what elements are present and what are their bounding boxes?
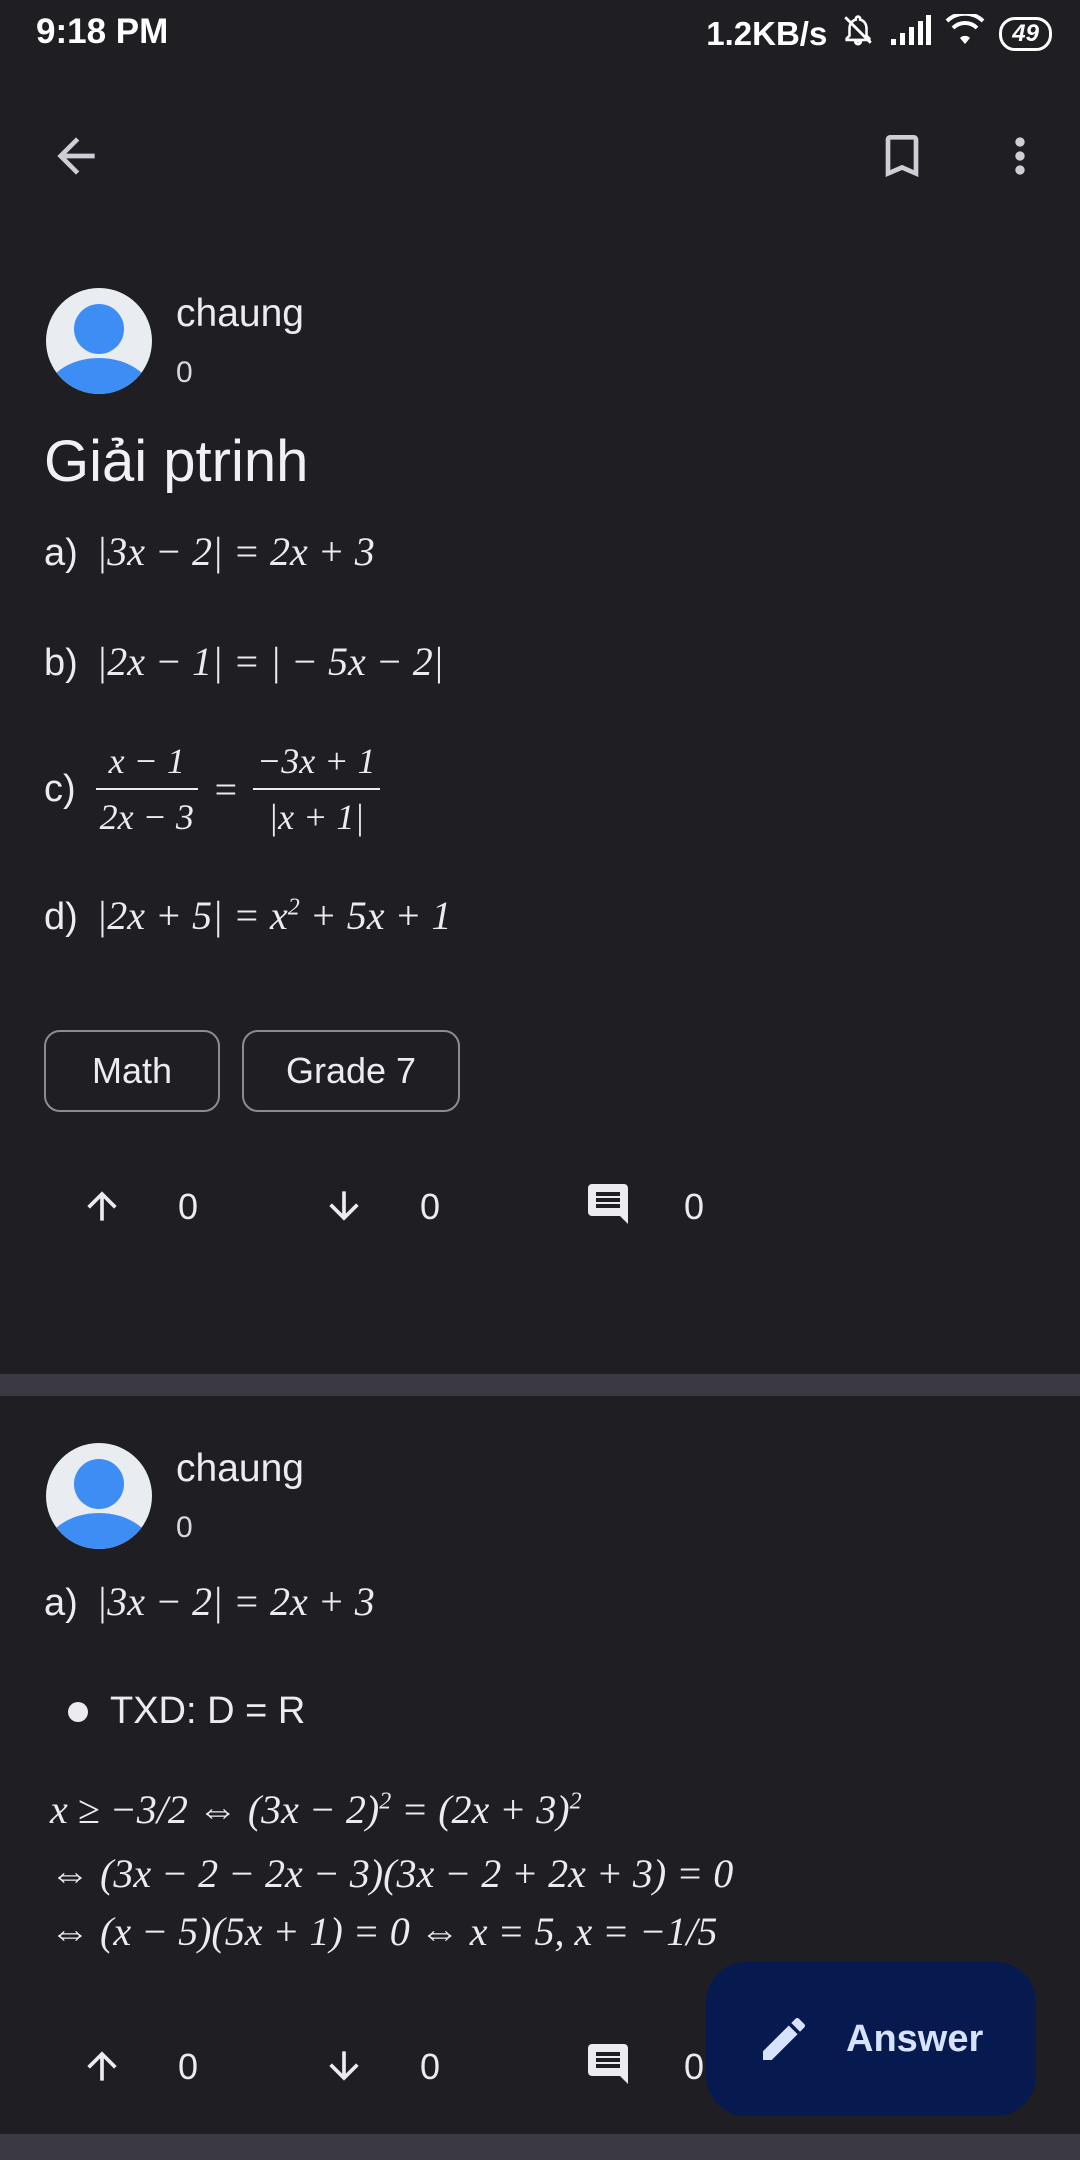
answer-part-a-label: a) <box>44 1582 78 1624</box>
avatar-body <box>46 358 152 394</box>
answer-author-name[interactable]: chaung <box>176 1447 304 1491</box>
avatar-head <box>74 1459 124 1509</box>
part-d-exp: 2 <box>287 894 300 921</box>
network-speed: 1.2KB/s <box>706 15 828 52</box>
part-d-expr-pre: |2x + 5| = x <box>96 893 288 938</box>
part-c-den-right: |x + 1| <box>268 797 365 837</box>
solution-line-1-mid: = (2x + 3) <box>391 1787 570 1832</box>
status-time: 9:18 PM <box>36 12 169 51</box>
avatar[interactable] <box>46 288 152 394</box>
downvote-count: 0 <box>420 1186 441 1227</box>
answer-button[interactable]: Answer <box>706 1962 1036 2116</box>
solution-line-1-pre: x ≥ −3/2 ⇔ (3x − 2) <box>50 1787 380 1832</box>
answer-part-a-expr: |3x − 2| = 2x + 3 <box>96 1579 375 1624</box>
part-a-expr: |3x − 2| = 2x + 3 <box>96 529 375 574</box>
author-score: 0 <box>176 356 193 389</box>
top-app-bar <box>0 110 1080 200</box>
downvote-icon[interactable] <box>322 1184 366 1228</box>
status-icons: 1.2KB/s 49 <box>706 11 1052 56</box>
comment-icon[interactable] <box>584 1180 632 1228</box>
part-c-fraction-left: x − 1 2x − 3 <box>95 740 198 838</box>
part-c-equals: = <box>211 766 239 812</box>
signal-icon <box>889 15 932 53</box>
part-d-expr: |2x + 5| = x2 + 5x + 1 <box>96 893 451 938</box>
comment-count: 0 <box>684 1186 705 1227</box>
pencil-icon <box>756 2011 812 2067</box>
bullet-text: TXD: D = R <box>110 1690 306 1732</box>
avatar-head <box>74 304 124 354</box>
answer-comment-count: 0 <box>684 2046 705 2087</box>
solution-line-1-exp2: 2 <box>569 1788 582 1815</box>
question-title: Giải ptrinh <box>44 429 309 494</box>
divider <box>0 1374 1080 1396</box>
part-b-label: b) <box>44 642 78 684</box>
part-b: b) |2x − 1| = | − 5x − 2| <box>44 638 444 685</box>
part-d-expr-post: + 5x + 1 <box>299 893 452 938</box>
back-arrow-icon[interactable] <box>48 128 104 184</box>
part-c-den-left: 2x − 3 <box>99 797 194 837</box>
part-c-fraction-right: −3x + 1 |x + 1| <box>252 740 380 838</box>
solution-line-3: ⇔ (x − 5)(5x + 1) = 0 ⇔ x = 5, x = −1/5 <box>50 1909 718 1954</box>
tag-chip-grade[interactable]: Grade 7 <box>242 1030 460 1112</box>
wifi-icon <box>945 11 985 54</box>
part-c-num-right: −3x + 1 <box>252 740 380 790</box>
avatar-body <box>46 1513 152 1549</box>
tag-chip-math[interactable]: Math <box>44 1030 220 1112</box>
part-c-num-left: x − 1 <box>95 740 198 790</box>
solution-line-1-exp1: 2 <box>379 1788 392 1815</box>
part-d: d) |2x + 5| = x2 + 5x + 1 <box>44 892 451 939</box>
bullet-dot <box>68 1702 88 1722</box>
answer-downvote-count: 0 <box>420 2046 441 2087</box>
battery-icon: 49 <box>999 17 1052 51</box>
divider <box>0 2134 1080 2160</box>
answer-button-label: Answer <box>846 2017 984 2060</box>
status-bar: 9:18 PM 1.2KB/s 49 <box>0 0 1080 66</box>
answer-author-score: 0 <box>176 1511 193 1544</box>
solution-line-2: ⇔ (3x − 2 − 2x − 3)(3x − 2 + 2x + 3) = 0 <box>50 1851 734 1896</box>
answer-avatar[interactable] <box>46 1443 152 1549</box>
part-b-expr: |2x − 1| = | − 5x − 2| <box>96 639 444 684</box>
part-c-label: c) <box>44 767 76 810</box>
part-a: a) |3x − 2| = 2x + 3 <box>44 528 375 575</box>
solution-line-1: x ≥ −3/2 ⇔ (3x − 2)2 = (2x + 3)2 <box>50 1786 582 1833</box>
upvote-icon[interactable] <box>80 2044 124 2088</box>
part-c: c) x − 1 2x − 3 = −3x + 1 |x + 1| <box>44 740 380 838</box>
answer-part-a: a) |3x − 2| = 2x + 3 <box>44 1578 375 1625</box>
comment-icon[interactable] <box>584 2040 632 2088</box>
part-d-label: d) <box>44 896 78 938</box>
downvote-icon[interactable] <box>322 2044 366 2088</box>
part-a-label: a) <box>44 532 78 574</box>
author-name[interactable]: chaung <box>176 292 304 336</box>
mute-icon <box>841 13 875 55</box>
bookmark-icon[interactable] <box>874 126 930 186</box>
upvote-icon[interactable] <box>80 1184 124 1228</box>
more-vert-icon[interactable] <box>992 128 1048 184</box>
answer-upvote-count: 0 <box>178 2046 199 2087</box>
upvote-count: 0 <box>178 1186 199 1227</box>
